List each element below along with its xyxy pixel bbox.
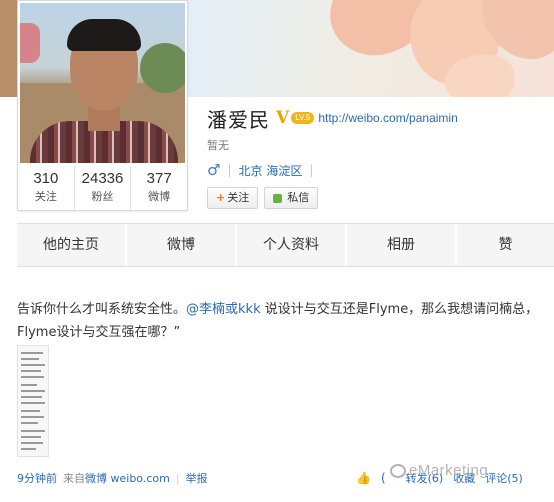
banner-edge <box>0 0 18 97</box>
verified-icon[interactable]: V <box>276 108 289 128</box>
wechat-icon <box>390 464 406 479</box>
post-timestamp[interactable]: 9分钟前 <box>17 470 57 486</box>
profile-avatar[interactable] <box>20 3 185 163</box>
tab-likes[interactable]: 赞 <box>457 224 554 266</box>
profile-card: 310 关注 24336 粉丝 377 微博 <box>17 0 188 211</box>
post-text-part: 告诉你什么才叫系统安全性。 <box>17 302 187 317</box>
thumbnail-text-line <box>21 390 45 392</box>
message-icon <box>273 193 283 203</box>
profile-actions: + 关注 私信 <box>207 187 324 209</box>
profile-location[interactable]: 北京 海淀区 <box>239 162 303 179</box>
stat-value: 310 <box>33 170 59 187</box>
thumbnail-text-line <box>21 410 40 412</box>
post-text: 告诉你什么才叫系统安全性。@李楠或kkk 说设计与交互还是Flyme，那么我想请… <box>17 298 552 344</box>
homepage-link[interactable]: http://weibo.com/panaimin <box>318 111 457 125</box>
stat-label: 关注 <box>34 190 57 203</box>
stat-value: 377 <box>146 170 172 187</box>
divider: | <box>175 471 180 485</box>
thumbnail-text-line <box>21 384 37 386</box>
post-source-link[interactable]: 微博 weibo.com <box>85 470 170 486</box>
watermark-text: eMarketing <box>409 462 489 479</box>
profile-name-row: 潘爱民 V LV.5 http://weibo.com/panaimin <box>207 104 458 132</box>
message-button-label: 私信 <box>287 191 310 204</box>
post-image-thumbnail[interactable] <box>17 345 49 457</box>
profile-bio: 暂无 <box>207 139 229 152</box>
thumbnail-text-line <box>21 422 38 424</box>
male-icon: ♂ <box>207 161 221 179</box>
thumbs-up-icon: 👍 <box>356 471 371 485</box>
divider: | <box>227 163 232 177</box>
stat-posts[interactable]: 377 微博 <box>131 166 187 210</box>
like-count: ( <box>380 471 386 485</box>
thumbnail-text-line <box>21 402 45 404</box>
thumbnail-text-line <box>21 352 43 354</box>
stat-followers[interactable]: 24336 粉丝 <box>75 166 132 210</box>
post-mention-link[interactable]: @李楠或kkk <box>186 302 261 317</box>
thumbnail-text-line <box>21 448 36 450</box>
watermark: eMarketing <box>390 462 488 479</box>
thumbnail-text-line <box>21 396 42 398</box>
tab-profile-info[interactable]: 个人资料 <box>237 224 347 266</box>
tab-weibo[interactable]: 微博 <box>127 224 237 266</box>
level-badge[interactable]: LV.5 <box>291 112 315 124</box>
thumbnail-text-line <box>21 376 44 378</box>
stat-label: 微博 <box>148 190 171 203</box>
plus-icon: + <box>216 191 226 204</box>
avatar-background <box>20 23 40 63</box>
stat-label: 粉丝 <box>91 190 114 203</box>
stat-following[interactable]: 310 关注 <box>18 166 75 210</box>
comment-button[interactable]: 评论(5) <box>485 470 523 486</box>
profile-name: 潘爱民 <box>207 107 270 132</box>
tab-album[interactable]: 相册 <box>347 224 457 266</box>
avatar-hair <box>67 19 141 51</box>
thumbnail-text-line <box>21 358 39 360</box>
thumbnail-text-line <box>21 436 41 438</box>
message-button[interactable]: 私信 <box>264 187 319 209</box>
report-link[interactable]: 举报 <box>186 470 208 486</box>
profile-location-row: ♂ | 北京 海淀区 | <box>207 161 320 179</box>
thumbnail-text-line <box>21 430 45 432</box>
thumbnail-text-line <box>21 364 45 366</box>
post-meta: 9分钟前 来自 微博 weibo.com | 举报 <box>17 470 208 486</box>
thumbnail-text-line <box>21 370 41 372</box>
thumbnail-text-line <box>21 416 44 418</box>
divider: | <box>309 163 314 177</box>
thumbnail-text-line <box>21 442 43 444</box>
post-source-prefix: 来自 <box>63 472 85 485</box>
follow-button[interactable]: + 关注 <box>207 187 259 209</box>
profile-tabs: 他的主页 微博 个人资料 相册 赞 <box>17 223 554 267</box>
profile-stats: 310 关注 24336 粉丝 377 微博 <box>18 166 187 210</box>
stat-value: 24336 <box>81 170 124 187</box>
follow-button-label: 关注 <box>227 191 250 204</box>
tab-home[interactable]: 他的主页 <box>17 224 127 266</box>
avatar-background <box>140 43 185 93</box>
